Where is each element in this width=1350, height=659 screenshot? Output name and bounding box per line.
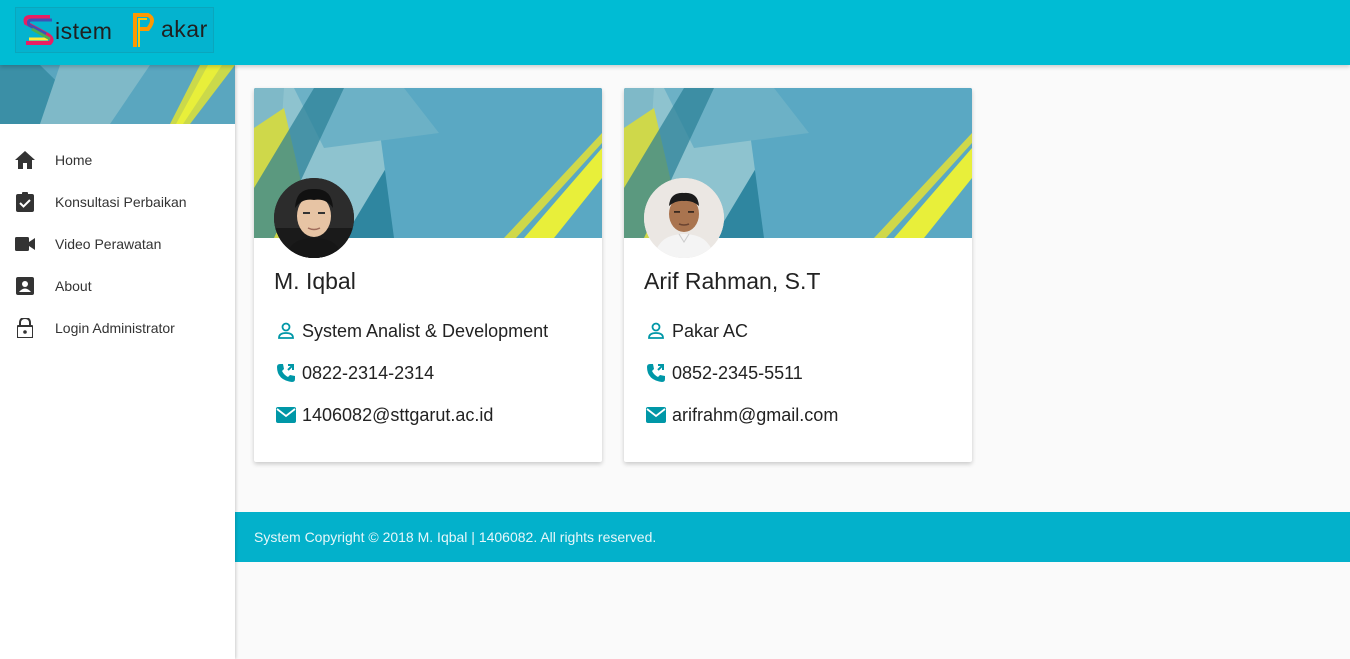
copyright-text: System Copyright © 2018 M. Iqbal | 14060… (254, 529, 657, 545)
logo-p-mark-icon (133, 13, 154, 47)
clipboard-check-icon (14, 191, 36, 213)
card-role-row: Pakar AC (644, 319, 748, 343)
card-name: Arif Rahman, S.T (644, 268, 821, 294)
sidebar-item-about[interactable]: About (0, 265, 235, 307)
sidebar-item-video[interactable]: Video Perawatan (0, 223, 235, 265)
email-icon (644, 403, 668, 427)
phone-forwarded-icon (274, 361, 298, 385)
sidebar-item-label: Login Administrator (55, 320, 175, 336)
logo-s-mark-icon (23, 15, 54, 45)
card-email: arifrahm@gmail.com (672, 404, 839, 425)
sidebar-nav: Home Konsultasi Perbaikan Video Perawata… (0, 124, 235, 349)
sidebar-item-home[interactable]: Home (0, 139, 235, 181)
sidebar: Home Konsultasi Perbaikan Video Perawata… (0, 65, 235, 659)
brand-word-1: istem (55, 18, 113, 44)
card-email-row: arifrahm@gmail.com (644, 403, 838, 427)
card-name: M. Iqbal (274, 268, 356, 294)
card-phone: 0852-2345-5511 (672, 362, 803, 383)
sidebar-item-label: Konsultasi Perbaikan (55, 194, 187, 210)
avatar (274, 178, 354, 258)
avatar (644, 178, 724, 258)
top-app-bar: istem akar (0, 0, 1350, 65)
card-phone-row: 0822-2314-2314 (274, 361, 434, 385)
person-outline-icon (644, 319, 668, 343)
person-outline-icon (274, 319, 298, 343)
email-icon (274, 403, 298, 427)
home-icon (14, 149, 36, 171)
page-footer: System Copyright © 2018 M. Iqbal | 14060… (235, 512, 1350, 562)
card-phone-row: 0852-2345-5511 (644, 361, 803, 385)
sidebar-item-label: Video Perawatan (55, 236, 162, 252)
sidebar-item-label: Home (55, 152, 93, 168)
lock-icon (14, 317, 36, 339)
card-role: System Analist & Development (302, 320, 549, 341)
profile-card: M. Iqbal System Analist & Development 08… (254, 88, 602, 462)
profile-photo (274, 178, 354, 258)
account-box-icon (14, 275, 36, 297)
profile-card: Arif Rahman, S.T Pakar AC 0852-2345-5511… (624, 88, 972, 462)
card-role-row: System Analist & Development (274, 319, 548, 343)
videocam-icon (14, 233, 36, 255)
phone-forwarded-icon (644, 361, 668, 385)
sidebar-item-login[interactable]: Login Administrator (0, 307, 235, 349)
brand-logo[interactable]: istem akar (15, 7, 214, 53)
card-email: 1406082@sttgarut.ac.id (302, 404, 494, 425)
sidebar-item-label: About (55, 278, 92, 294)
brand-word-2: akar (161, 16, 208, 42)
profile-photo (644, 178, 724, 258)
sidebar-item-konsultasi[interactable]: Konsultasi Perbaikan (0, 181, 235, 223)
card-email-row: 1406082@sttgarut.ac.id (274, 403, 493, 427)
card-phone: 0822-2314-2314 (302, 362, 435, 383)
sidebar-header-banner (0, 65, 235, 124)
card-role: Pakar AC (672, 320, 749, 341)
